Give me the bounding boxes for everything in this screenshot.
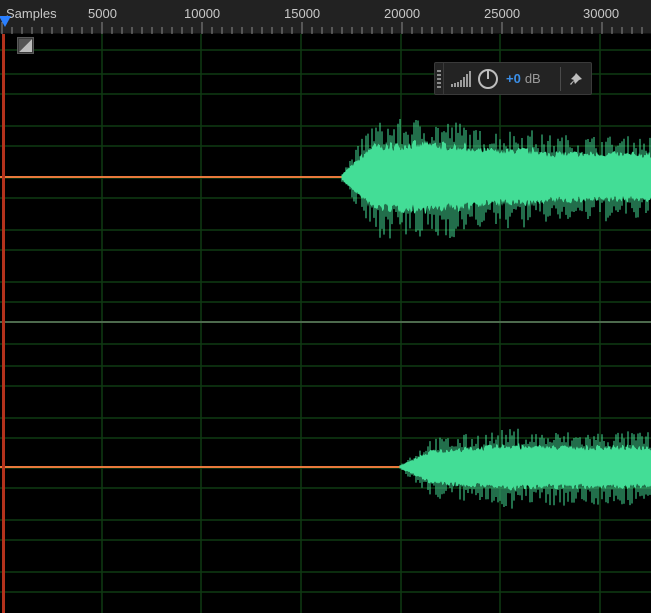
gain-hud[interactable]: +0 dB xyxy=(434,62,592,95)
gain-knob-icon[interactable] xyxy=(477,68,499,90)
pin-icon[interactable] xyxy=(565,68,587,90)
hud-drag-handle-icon[interactable] xyxy=(435,63,444,94)
zoom-navigator-toggle-icon[interactable] xyxy=(17,37,34,54)
grid-lines xyxy=(0,34,651,613)
waveform-editor: Samples 5000 10000 15000 20000 25000 300… xyxy=(0,0,651,613)
gain-value[interactable]: +0 xyxy=(506,71,521,86)
playhead-line[interactable] xyxy=(2,34,5,613)
waveform-channels xyxy=(341,119,651,509)
volume-meter-icon xyxy=(451,70,471,87)
playhead-marker-icon[interactable] xyxy=(0,16,11,27)
waveform-display[interactable] xyxy=(0,34,651,613)
waveform-channel-left xyxy=(341,119,651,239)
ruler-ticks xyxy=(1,22,643,34)
time-ruler[interactable]: Samples 5000 10000 15000 20000 25000 300… xyxy=(0,0,651,34)
gain-unit: dB xyxy=(524,71,541,86)
waveform-canvas xyxy=(0,34,651,613)
hud-divider xyxy=(560,66,561,91)
waveform-channel-right xyxy=(399,428,651,509)
